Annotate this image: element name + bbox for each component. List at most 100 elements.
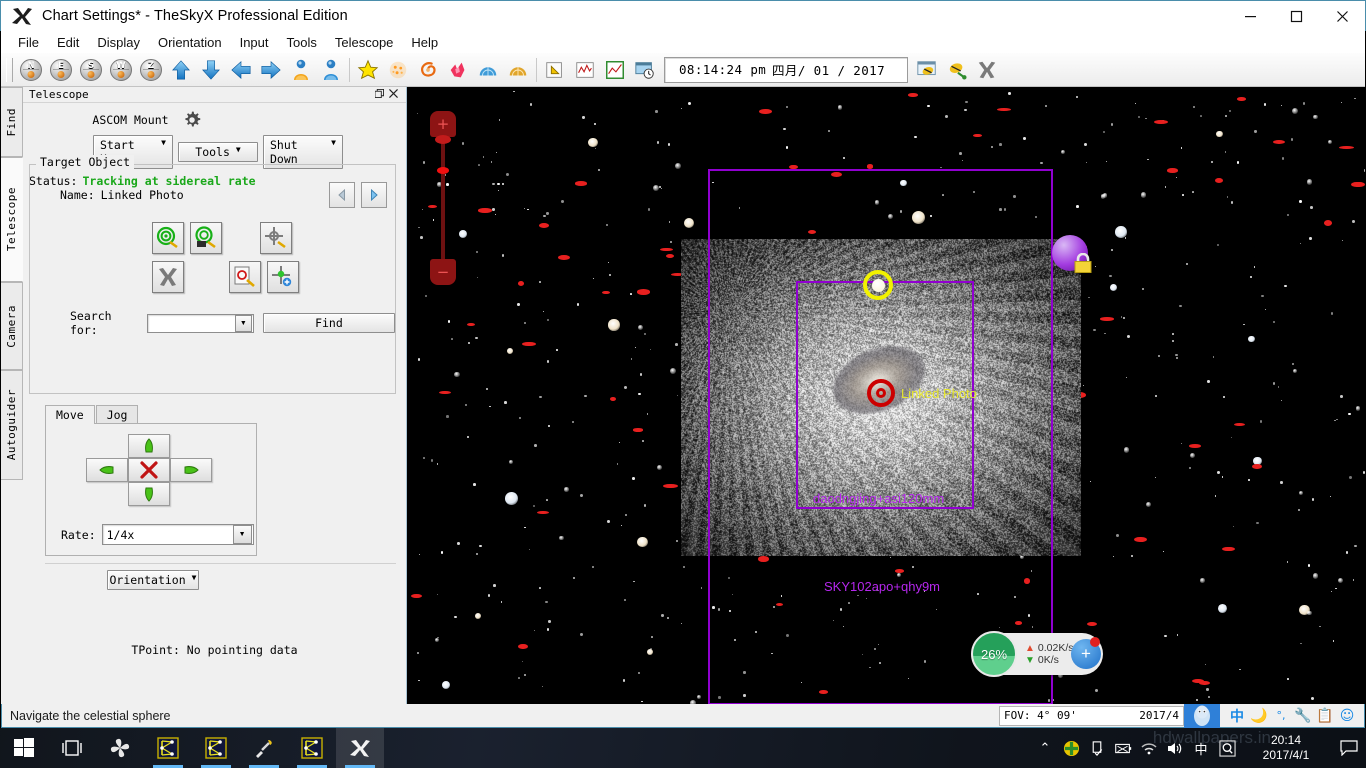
chevron-down-icon[interactable]: ▼ (234, 314, 252, 332)
deep-sky-object-marker[interactable] (1233, 423, 1245, 427)
deep-sky-object-marker[interactable] (602, 290, 610, 295)
minimize-button[interactable] (1227, 1, 1273, 31)
qq-penguin-icon[interactable] (1184, 703, 1220, 728)
punctuation-icon[interactable]: °, (1270, 709, 1292, 722)
ime-chinese-icon[interactable]: 中 (1188, 739, 1214, 758)
orientation-button[interactable]: Orientation ▼ (107, 570, 199, 590)
deep-sky-object-marker[interactable] (636, 289, 650, 295)
deep-sky-object-marker[interactable] (1086, 622, 1097, 627)
menu-help[interactable]: Help (402, 33, 447, 52)
observer-blue-button[interactable] (317, 56, 345, 84)
deep-sky-object-marker[interactable] (1339, 145, 1354, 150)
arrow-down-button[interactable] (197, 56, 225, 84)
close-tool-button[interactable] (973, 56, 1001, 84)
deep-sky-object-marker[interactable] (466, 322, 476, 327)
taskbar-item-tool[interactable] (240, 728, 288, 768)
deep-sky-object-marker[interactable] (972, 133, 982, 138)
deep-sky-object-marker[interactable] (609, 396, 617, 402)
slew-and-image-button[interactable] (190, 222, 222, 254)
sky-chart[interactable]: daodngjing+asi120mm SKY102apo+qhy9m Link… (408, 87, 1365, 704)
label-tag-button[interactable] (541, 56, 569, 84)
deep-sky-object-marker[interactable] (439, 390, 452, 395)
zoom-out-button[interactable]: − (430, 259, 456, 285)
menu-orientation[interactable]: Orientation (149, 33, 231, 52)
zoom-slider-marker[interactable] (437, 167, 449, 174)
deep-sky-object-marker[interactable] (537, 510, 550, 515)
find-button[interactable]: Find (262, 313, 395, 333)
start-button[interactable] (0, 728, 48, 768)
deep-sky-object-marker[interactable] (908, 93, 918, 98)
next-target-button[interactable] (361, 182, 387, 208)
tab-jog[interactable]: Jog (95, 405, 139, 424)
move-left-button[interactable] (86, 458, 128, 482)
sky-dome-blue-button[interactable] (474, 56, 502, 84)
open-cluster-button[interactable] (384, 56, 412, 84)
deep-sky-object-marker[interactable] (575, 181, 588, 186)
menu-display[interactable]: Display (88, 33, 149, 52)
look-north-button[interactable]: N (17, 56, 45, 84)
look-east-button[interactable]: E (47, 56, 75, 84)
taskbar-item-skyx-3[interactable] (288, 728, 336, 768)
deep-sky-object-marker[interactable] (410, 593, 423, 599)
look-south-button[interactable]: S (77, 56, 105, 84)
stop-move-button[interactable] (128, 458, 170, 482)
deep-sky-object-marker[interactable] (1153, 119, 1168, 124)
deep-sky-object-marker[interactable] (557, 254, 570, 261)
observer-orange-button[interactable] (287, 56, 315, 84)
light-curve-button[interactable] (571, 56, 599, 84)
sync-target-button[interactable] (267, 261, 299, 293)
taskbar-item-skyx-1[interactable] (144, 728, 192, 768)
deep-sky-object-marker[interactable] (517, 280, 524, 286)
chevron-up-icon[interactable]: ⌃ (1032, 741, 1058, 756)
deep-sky-object-marker[interactable] (1351, 181, 1365, 188)
move-right-button[interactable] (170, 458, 212, 482)
menu-file[interactable]: File (9, 33, 48, 52)
chart-frame-button[interactable] (601, 56, 629, 84)
deep-sky-object-marker[interactable] (1324, 220, 1333, 227)
network-speed-widget[interactable]: 26% ▲ 0.02K/s ▼ 0K/s + (971, 631, 1103, 677)
star-yellow-button[interactable] (354, 56, 382, 84)
sidebar-tab-autoguider[interactable]: Autoguider (1, 370, 23, 480)
previous-target-button[interactable] (329, 182, 355, 208)
battery-icon[interactable] (1110, 741, 1136, 756)
locked-object-icon[interactable] (1052, 235, 1096, 279)
panel-close-icon[interactable] (386, 88, 400, 101)
sky-dome-orange-button[interactable] (504, 56, 532, 84)
deep-sky-object-marker[interactable] (1236, 97, 1247, 102)
deep-sky-object-marker[interactable] (1273, 140, 1286, 145)
time-value[interactable]: 08:14:24 pm (665, 62, 766, 77)
deep-sky-object-marker[interactable] (660, 247, 673, 252)
deep-sky-object-marker[interactable] (1252, 463, 1263, 469)
smiley-icon[interactable]: ☺ (1336, 708, 1358, 724)
arrow-right-button[interactable] (257, 56, 285, 84)
taskbar-item-theskyx[interactable] (336, 728, 384, 768)
menu-input[interactable]: Input (231, 33, 278, 52)
moon-icon[interactable]: 🌙 (1248, 708, 1270, 724)
deep-sky-object-marker[interactable] (1199, 681, 1210, 686)
mount-settings-button[interactable] (177, 108, 207, 132)
deep-sky-object-marker[interactable] (665, 253, 674, 258)
deep-sky-object-marker[interactable] (1099, 317, 1114, 321)
tools-button[interactable]: Tools ▼ (178, 142, 258, 162)
volume-icon[interactable] (1162, 741, 1188, 756)
zoom-slider[interactable]: + − (430, 107, 456, 287)
menu-edit[interactable]: Edit (48, 33, 88, 52)
notification-button[interactable] (1332, 740, 1366, 756)
task-view-button[interactable] (48, 728, 96, 768)
zoom-in-button[interactable]: + (430, 111, 456, 137)
taskbar-item-skyx-2[interactable] (192, 728, 240, 768)
deep-sky-object-marker[interactable] (996, 107, 1011, 112)
time-skip-button[interactable] (631, 56, 659, 84)
menu-tools[interactable]: Tools (278, 33, 326, 52)
deep-sky-object-marker[interactable] (1134, 536, 1148, 543)
abort-slew-button[interactable] (152, 261, 184, 293)
deep-sky-object-marker[interactable] (758, 108, 772, 115)
deep-sky-object-marker[interactable] (517, 643, 529, 650)
deep-sky-object-marker[interactable] (538, 223, 549, 229)
deep-sky-object-marker[interactable] (478, 208, 492, 213)
arrow-up-button[interactable] (167, 56, 195, 84)
deep-sky-object-marker[interactable] (1222, 546, 1236, 552)
deep-sky-object-marker[interactable] (1188, 444, 1202, 449)
toolbox-icon[interactable]: 🔧 (1292, 708, 1314, 724)
wifi-icon[interactable] (1136, 741, 1162, 756)
